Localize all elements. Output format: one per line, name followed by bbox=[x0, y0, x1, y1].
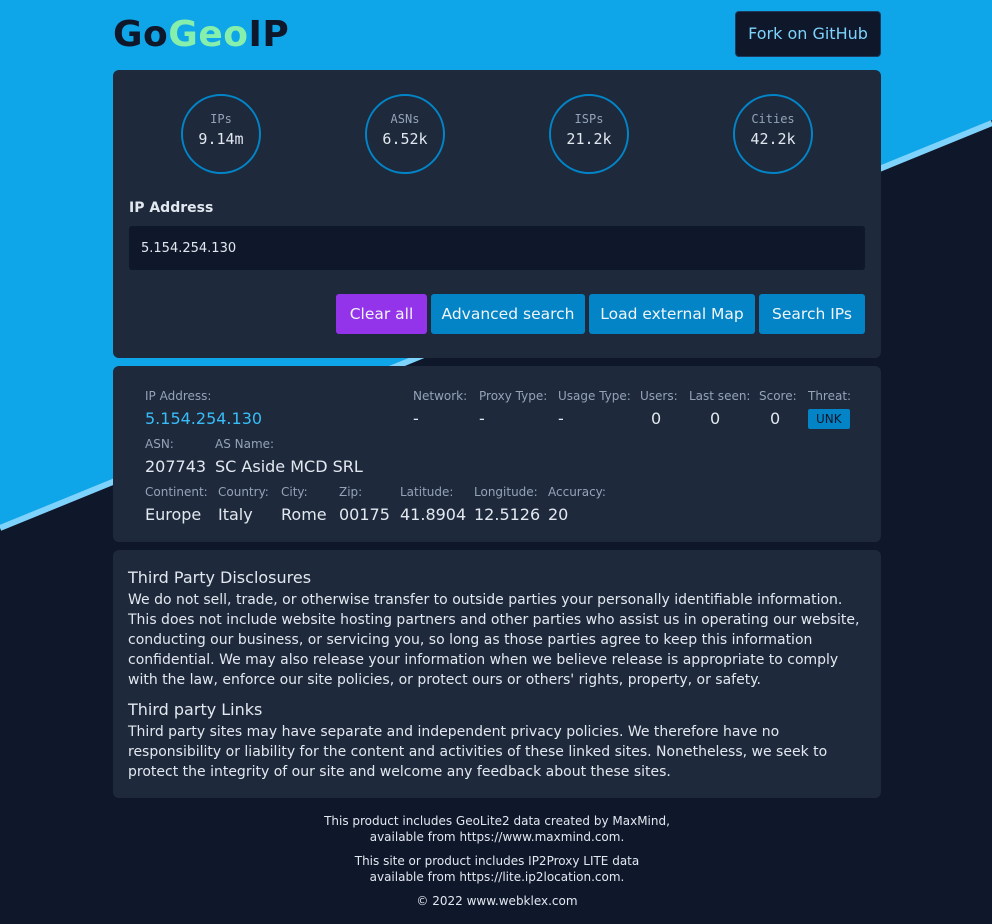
stat-label: ASNs bbox=[390, 112, 420, 126]
as-name-value: SC Aside MCD SRL bbox=[215, 457, 363, 476]
proxy-type-value: - bbox=[479, 409, 485, 428]
clear-all-button[interactable]: Clear all bbox=[336, 294, 427, 334]
ip2location-line-2[interactable]: available from https://lite.ip2location.… bbox=[113, 869, 881, 885]
disclosures-text: We do not sell, trade, or otherwise tran… bbox=[128, 592, 860, 688]
stat-value: 6.52k bbox=[382, 130, 428, 148]
fork-on-github-button[interactable]: Fork on GitHub bbox=[735, 11, 881, 57]
stat-ips: IPs 9.14m bbox=[181, 94, 261, 174]
accuracy-value: 20 bbox=[548, 505, 569, 524]
proxy-type-label: Proxy Type: bbox=[479, 389, 548, 403]
country-value: Italy bbox=[218, 505, 253, 524]
ip-address-link[interactable]: 5.154.254.130 bbox=[145, 409, 262, 428]
as-name-label: AS Name: bbox=[215, 437, 275, 451]
asn-value: 207743 bbox=[145, 457, 207, 476]
disclosures-card: Third Party Disclosures We do not sell, … bbox=[113, 550, 881, 798]
zip-value: 00175 bbox=[339, 505, 390, 524]
users-value: 0 bbox=[651, 409, 662, 428]
continent-label: Continent: bbox=[145, 485, 208, 499]
stat-label: ISPs bbox=[574, 112, 604, 126]
maxmind-line-1: This product includes GeoLite2 data crea… bbox=[324, 814, 670, 828]
users-label: Users: bbox=[640, 389, 678, 403]
maxmind-line-2[interactable]: available from https://www.maxmind.com. bbox=[113, 829, 881, 845]
copyright[interactable]: © 2022 www.webklex.com bbox=[113, 893, 881, 909]
threat-badge: UNK bbox=[808, 409, 850, 429]
app-logo[interactable]: GoGeoIP bbox=[113, 14, 289, 55]
disclosures-heading: Third Party Disclosures bbox=[128, 568, 312, 587]
network-label: Network: bbox=[413, 389, 468, 403]
stat-value: 42.2k bbox=[750, 130, 796, 148]
search-card: IPs 9.14m ASNs 6.52k ISPs 21.2k Cities 4… bbox=[113, 70, 881, 358]
ip2location-line-1: This site or product includes IP2Proxy L… bbox=[354, 854, 640, 868]
search-ips-button[interactable]: Search IPs bbox=[759, 294, 865, 334]
country-label: Country: bbox=[218, 485, 269, 499]
logo-go: Go bbox=[113, 14, 169, 55]
third-party-links-text: Third party sites may have separate and … bbox=[128, 724, 828, 780]
load-external-map-button[interactable]: Load external Map bbox=[589, 294, 755, 334]
ip-address-field-label: IP Address: bbox=[145, 389, 212, 403]
stat-value: 21.2k bbox=[566, 130, 612, 148]
score-label: Score: bbox=[759, 389, 797, 403]
latitude-value: 41.8904 bbox=[400, 505, 467, 524]
logo-geo: Geo bbox=[168, 14, 249, 55]
usage-type-value: - bbox=[558, 409, 564, 428]
ip-address-label: IP Address bbox=[129, 200, 214, 216]
stat-isps: ISPs 21.2k bbox=[549, 94, 629, 174]
last-seen-label: Last seen: bbox=[689, 389, 751, 403]
city-label: City: bbox=[281, 485, 308, 499]
ip2location-attribution: This site or product includes IP2Proxy L… bbox=[113, 853, 881, 885]
maxmind-attribution: This product includes GeoLite2 data crea… bbox=[113, 813, 881, 845]
longitude-value: 12.5126 bbox=[474, 505, 541, 524]
stat-label: IPs bbox=[210, 112, 232, 126]
zip-label: Zip: bbox=[339, 485, 363, 499]
third-party-links-heading: Third party Links bbox=[128, 700, 263, 719]
stat-asns: ASNs 6.52k bbox=[365, 94, 445, 174]
advanced-search-button[interactable]: Advanced search bbox=[431, 294, 585, 334]
ip-address-input[interactable] bbox=[129, 226, 865, 270]
longitude-label: Longitude: bbox=[474, 485, 538, 499]
usage-type-label: Usage Type: bbox=[558, 389, 631, 403]
latitude-label: Latitude: bbox=[400, 485, 454, 499]
ip-details-card: IP Address: 5.154.254.130 Network: - Pro… bbox=[113, 366, 881, 542]
logo-ip: IP bbox=[248, 14, 290, 55]
asn-label: ASN: bbox=[145, 437, 174, 451]
stat-label: Cities bbox=[751, 112, 795, 126]
score-value: 0 bbox=[770, 409, 781, 428]
threat-label: Threat: bbox=[808, 389, 852, 403]
continent-value: Europe bbox=[145, 505, 202, 524]
stat-value: 9.14m bbox=[198, 130, 244, 148]
stat-cities: Cities 42.2k bbox=[733, 94, 813, 174]
city-value: Rome bbox=[281, 505, 327, 524]
accuracy-label: Accuracy: bbox=[548, 485, 606, 499]
last-seen-value: 0 bbox=[710, 409, 721, 428]
network-value: - bbox=[413, 409, 419, 428]
